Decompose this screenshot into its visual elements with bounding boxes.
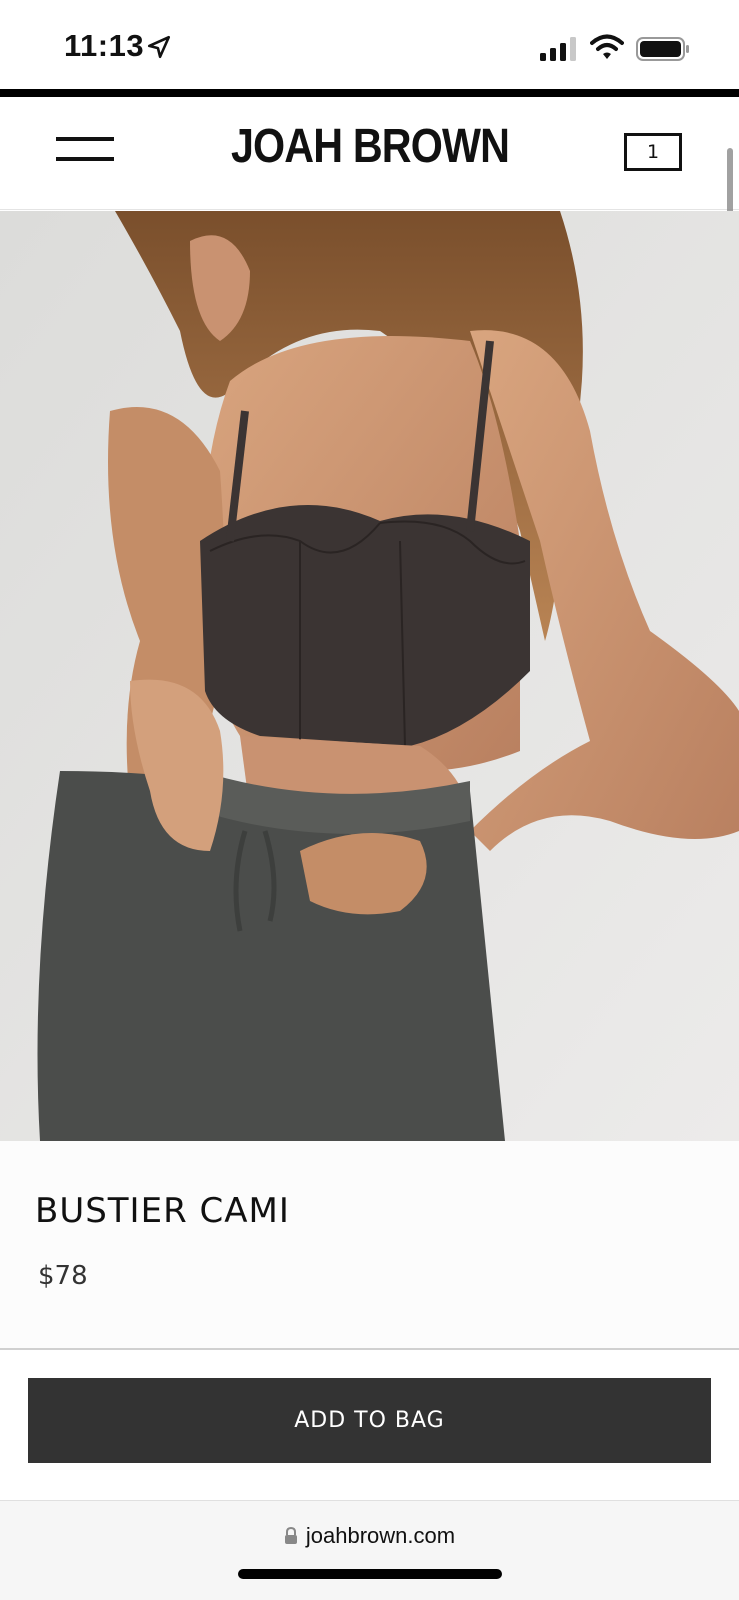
site-header: JOAH BROWN 1: [0, 97, 739, 210]
bag-count: 1: [646, 141, 660, 163]
lock-icon: [284, 1527, 297, 1544]
cellular-signal-icon: [540, 37, 576, 61]
product-photo: [0, 211, 739, 1141]
product-image[interactable]: [0, 211, 739, 1141]
url-text[interactable]: joahbrown.com: [306, 1523, 455, 1549]
wifi-icon: [590, 34, 624, 59]
browser-address-bar[interactable]: joahbrown.com: [0, 1500, 739, 1600]
shopping-bag-button[interactable]: 1: [624, 133, 682, 171]
battery-icon: [636, 37, 689, 61]
sticky-action-bar: ADD TO BAG: [0, 1348, 739, 1500]
home-indicator[interactable]: [238, 1569, 502, 1579]
brand-logo[interactable]: JOAH BROWN: [189, 120, 550, 174]
status-time: 11:13: [64, 28, 145, 63]
top-divider: [0, 89, 739, 97]
add-to-bag-button[interactable]: ADD TO BAG: [28, 1378, 711, 1463]
location-arrow-icon: [147, 35, 171, 59]
product-price: $78: [38, 1261, 88, 1291]
hamburger-menu-icon[interactable]: [56, 137, 114, 163]
product-title: BUSTIER CAMI: [35, 1191, 290, 1231]
status-bar: 11:13: [0, 0, 739, 90]
product-info: BUSTIER CAMI $78: [0, 1141, 739, 1348]
